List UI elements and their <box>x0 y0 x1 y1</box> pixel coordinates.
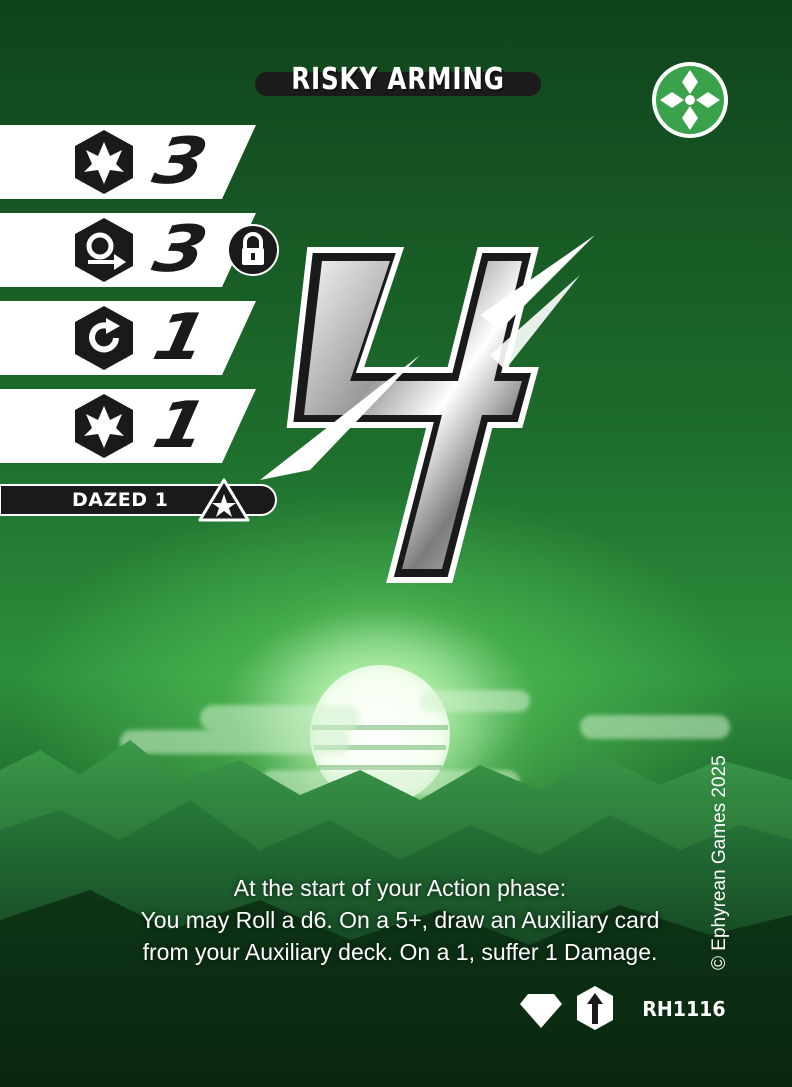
rules-line: from your Auxiliary deck. On a 1, suffer… <box>142 939 658 965</box>
card-code: RH1116 <box>642 997 726 1021</box>
rules-line: You may Roll a d6. On a 5+, draw an Auxi… <box>140 907 660 933</box>
star-triangle-icon <box>198 478 250 522</box>
stat-row-refresh: 1 <box>0 301 260 375</box>
stat-row-damage: 1 <box>0 389 260 463</box>
refresh-icon <box>75 306 133 370</box>
dazed-label: DAZED 1 <box>72 489 169 511</box>
stat-row-move: 3 <box>0 213 280 287</box>
stat-row-attack: 3 <box>0 125 260 199</box>
game-card: RISKY ARMING 3 3 1 1 DAZED 1 © Ephyrean … <box>0 0 792 1087</box>
up-arrow-icon <box>577 986 613 1030</box>
rules-line: At the start of your Action phase: <box>233 875 567 901</box>
big-number-4 <box>260 235 595 583</box>
faction-emblem-icon <box>652 62 728 138</box>
rules-text: At the start of your Action phase: You m… <box>60 872 740 968</box>
spiked-burst-icon <box>75 394 133 458</box>
loop-arrow-icon <box>75 218 133 282</box>
diamond-icon <box>520 994 562 1028</box>
spiked-burst-icon <box>75 130 133 194</box>
lock-icon <box>227 224 279 276</box>
card-title: RISKY ARMING <box>291 62 505 97</box>
